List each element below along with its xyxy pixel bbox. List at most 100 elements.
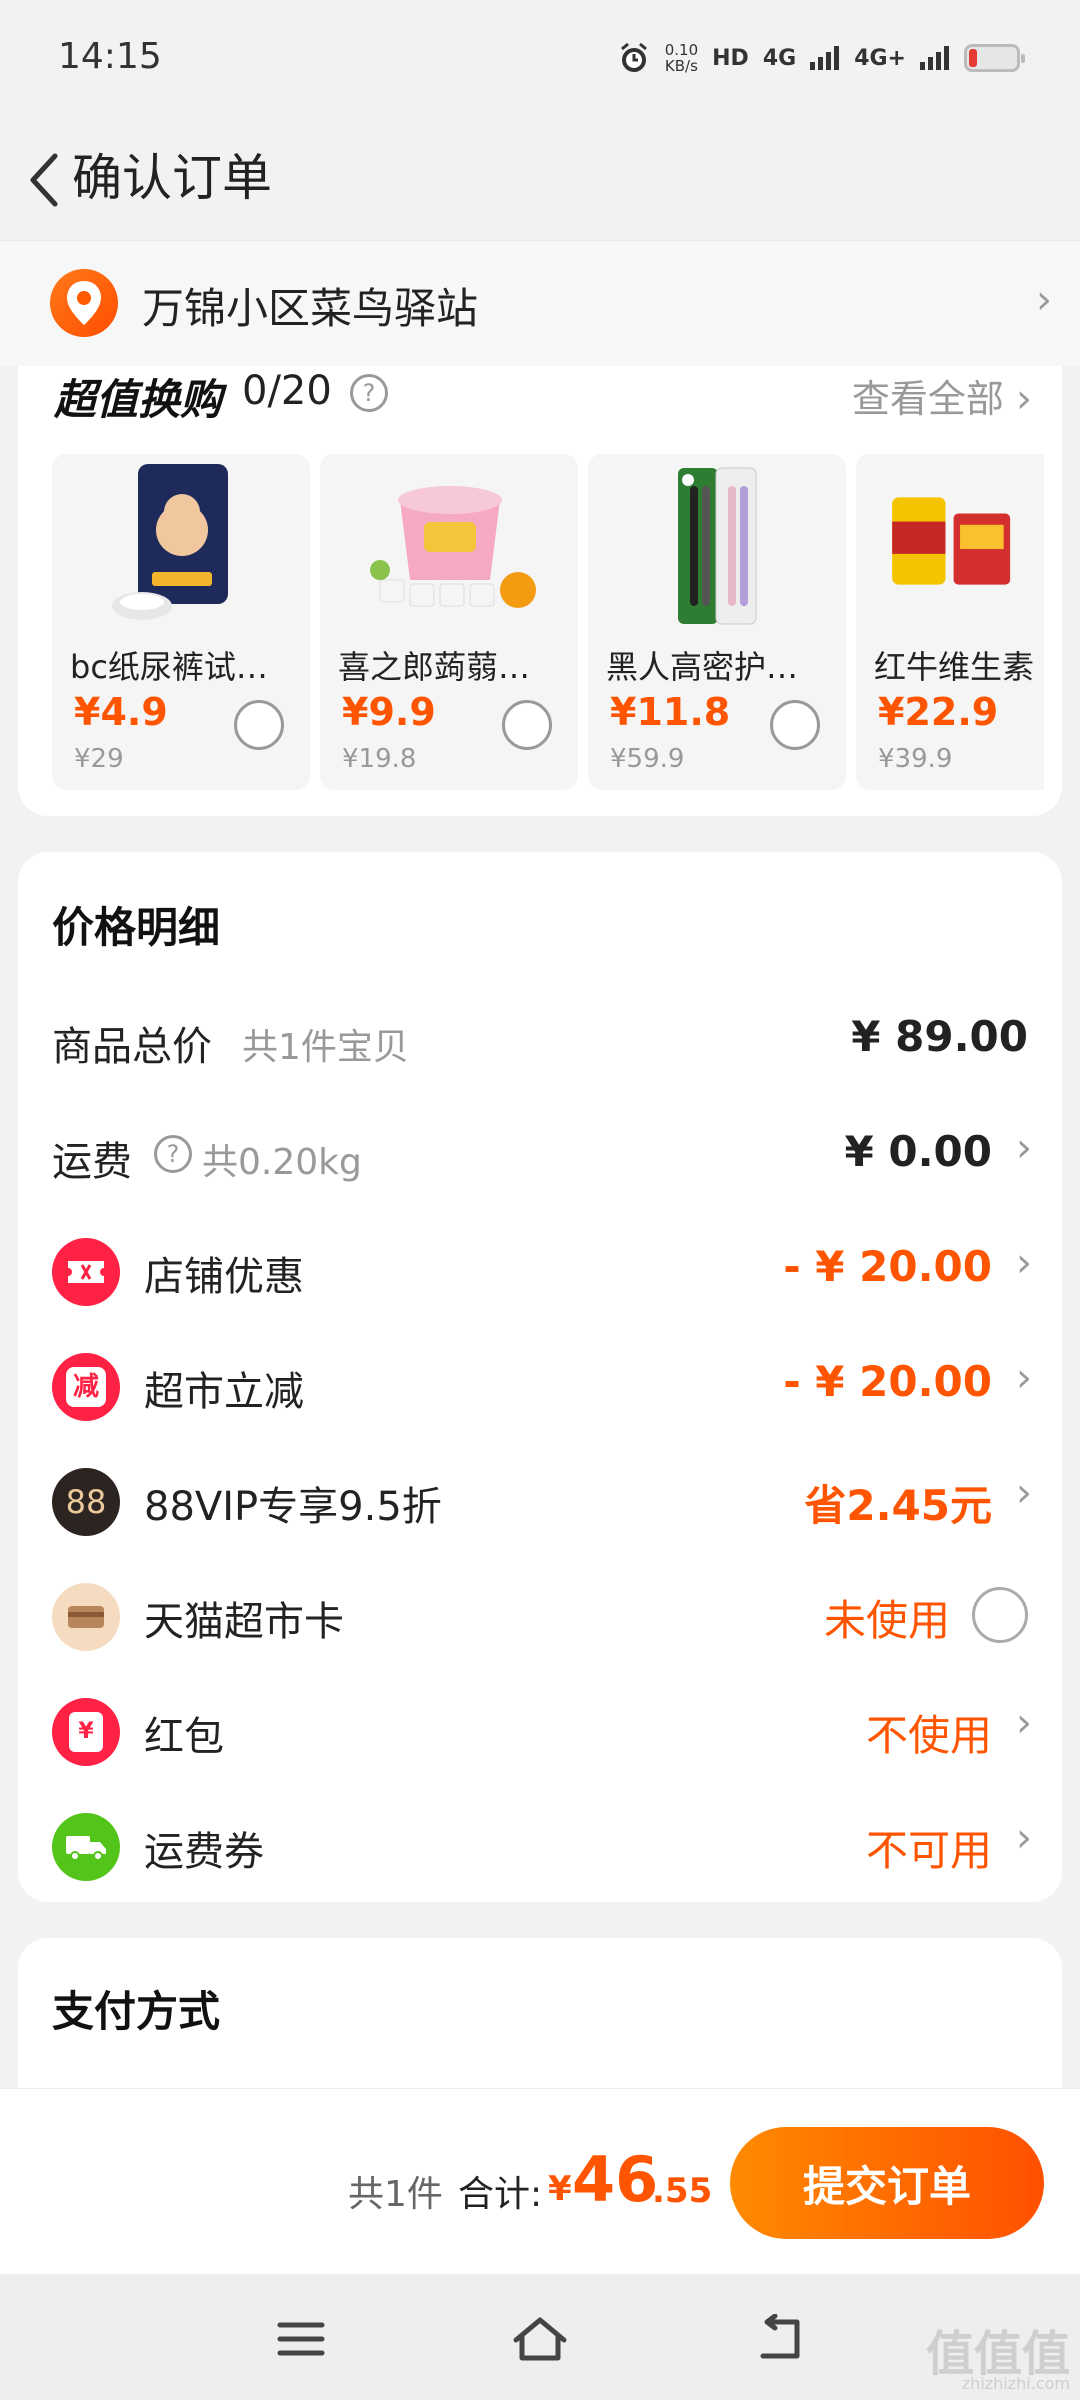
back-button[interactable]	[10, 140, 80, 220]
deal-select-radio[interactable]	[234, 700, 284, 750]
market-discount-row[interactable]: 减 超市立减 - ¥ 20.00 ›	[18, 1335, 1062, 1435]
market-card-value: 未使用	[823, 1596, 950, 1645]
network-speed: 0.10 KB/s	[665, 42, 698, 74]
red-packet-label: 红包	[144, 1714, 224, 1760]
deal-price: ¥9.9	[342, 690, 436, 734]
help-icon[interactable]: ?	[154, 1135, 192, 1173]
view-all-link[interactable]: 查看全部 ›	[852, 368, 1032, 423]
reduction-icon-text: 减	[66, 1367, 106, 1407]
network-type-1: 4G	[762, 45, 797, 71]
total-decimal: .55	[652, 2171, 713, 2211]
store-discount-row[interactable]: 店铺优惠 - ¥ 20.00 ›	[18, 1220, 1062, 1320]
status-bar: 14:15 0.10 KB/s HD 4G 4G+	[0, 0, 1080, 120]
toothbrush-product-image	[678, 467, 757, 625]
market-card-row[interactable]: 天猫超市卡 未使用	[18, 1565, 1062, 1665]
deal-item[interactable]: 红牛维生素 ¥22.9 ¥39.9	[856, 454, 1044, 790]
battery-icon	[964, 44, 1025, 72]
vip-row[interactable]: 88 88VIP专享9.5折 省2.45元 ›	[18, 1450, 1062, 1550]
alarm-icon	[620, 42, 647, 72]
total-currency: ¥	[548, 2169, 572, 2209]
deal-select-radio[interactable]	[502, 700, 552, 750]
chevron-right-icon: ›	[1016, 1240, 1032, 1286]
chevron-right-icon: ›	[1016, 1815, 1032, 1861]
total-label: 合计:	[458, 2174, 543, 2215]
page-title: 确认订单	[72, 149, 272, 207]
shipping-coupon-value: 不可用	[865, 1826, 992, 1875]
shipping-weight-text: 共0.20kg	[202, 1142, 362, 1183]
deal-name: bc纸尿裤试…	[70, 648, 268, 686]
shipping-row[interactable]: 运费 ? 共0.20kg ¥ 0.00 ›	[18, 1105, 1062, 1205]
hd-badge: HD	[712, 45, 749, 71]
store-discount-value: - ¥ 20.00	[783, 1242, 992, 1291]
energy-drink-product-image	[892, 497, 1011, 585]
deal-item[interactable]: 黑人高密护… ¥11.8 ¥59.9	[588, 454, 846, 790]
system-nav-bar: 值值值 zhizhizhi.com	[0, 2274, 1080, 2400]
chevron-left-icon	[30, 153, 58, 207]
diaper-product-image	[112, 464, 228, 620]
view-all-label: 查看全部	[851, 377, 1016, 421]
chevron-right-icon: ›	[1016, 376, 1032, 422]
deal-price: ¥22.9	[878, 690, 999, 734]
deal-original-price: ¥59.9	[610, 744, 685, 774]
red-packet-row[interactable]: ¥ 红包 不使用 ›	[18, 1680, 1062, 1780]
chevron-right-icon: ›	[1036, 277, 1052, 323]
market-card-label: 天猫超市卡	[144, 1599, 344, 1645]
menu-icon	[277, 2322, 325, 2356]
jelly-product-image	[370, 486, 536, 608]
item-count: 共1件	[348, 2174, 443, 2215]
chevron-right-icon: ›	[1016, 1470, 1032, 1516]
shipping-label: 运费	[52, 1139, 132, 1185]
watermark-url: zhizhizhi.com	[961, 2374, 1070, 2393]
status-time: 14:15	[58, 36, 162, 77]
back-arrow-icon	[760, 2314, 800, 2359]
card-icon	[52, 1583, 120, 1651]
shipping-coupon-label: 运费券	[144, 1829, 264, 1875]
price-detail-card: 价格明细 商品总价 共1件宝贝 ¥ 89.00 运费 ? 共0.20kg ¥ 0…	[18, 852, 1062, 1902]
goods-total-label: 商品总价	[52, 1024, 212, 1070]
red-packet-value: 不使用	[865, 1711, 992, 1760]
payment-title: 支付方式	[52, 1987, 221, 2036]
store-discount-label: 店铺优惠	[144, 1254, 304, 1300]
submit-order-button[interactable]: 提交订单	[730, 2127, 1044, 2239]
deals-title: 超值换购	[54, 375, 223, 424]
deal-price: ¥4.9	[74, 690, 168, 734]
signal-icon-2	[920, 46, 949, 70]
truck-icon	[52, 1813, 120, 1881]
back-nav-button[interactable]	[736, 2304, 826, 2374]
location-pin-icon	[50, 269, 118, 337]
help-icon[interactable]: ?	[350, 374, 388, 412]
deal-item[interactable]: bc纸尿裤试… ¥4.9 ¥29	[52, 454, 310, 790]
chevron-right-icon: ›	[1016, 1125, 1032, 1171]
deal-price: ¥11.8	[610, 690, 731, 734]
menu-button[interactable]	[256, 2304, 346, 2374]
address-text: 万锦小区菜鸟驿站	[142, 284, 479, 333]
shipping-coupon-row[interactable]: 运费券 不可用 ›	[18, 1795, 1062, 1895]
deal-original-price: ¥19.8	[342, 744, 417, 774]
home-button[interactable]	[495, 2304, 585, 2374]
deal-item[interactable]: 喜之郎蒟蒻… ¥9.9 ¥19.8	[320, 454, 578, 790]
address-row[interactable]: 万锦小区菜鸟驿站 ›	[0, 240, 1080, 366]
status-icons: 0.10 KB/s HD 4G 4G+	[617, 38, 1025, 78]
checkout-bar: 共1件 合计: ¥ 46 .55 提交订单	[0, 2088, 1080, 2274]
deal-original-price: ¥39.9	[878, 744, 953, 774]
deals-card: 超值换购 0/20 ? 查看全部 › bc纸尿裤试… ¥4.9 ¥29 喜之郎蒟…	[18, 366, 1062, 816]
total-integer: 46	[572, 2143, 659, 2216]
shipping-value: ¥ 0.00	[844, 1127, 992, 1176]
price-detail-title: 价格明细	[52, 903, 221, 952]
goods-total-value: ¥ 89.00	[851, 1012, 1028, 1061]
deals-count: 0/20	[242, 368, 332, 414]
goods-count-text: 共1件宝贝	[242, 1027, 409, 1068]
vip-icon-text: 88	[65, 1483, 107, 1521]
network-speed-value: 0.10	[664, 41, 699, 59]
chevron-right-icon: ›	[1016, 1700, 1032, 1746]
market-card-radio[interactable]	[972, 1587, 1028, 1643]
market-discount-label: 超市立减	[144, 1369, 304, 1415]
reduction-icon: 减	[52, 1353, 120, 1421]
signal-icon	[810, 46, 840, 70]
red-packet-icon-text: ¥	[69, 1712, 103, 1752]
chevron-right-icon: ›	[1016, 1355, 1032, 1401]
network-speed-unit: KB/s	[664, 57, 698, 75]
vip-label: 88VIP专享9.5折	[144, 1484, 442, 1530]
deal-select-radio[interactable]	[770, 700, 820, 750]
deal-original-price: ¥29	[74, 744, 124, 774]
